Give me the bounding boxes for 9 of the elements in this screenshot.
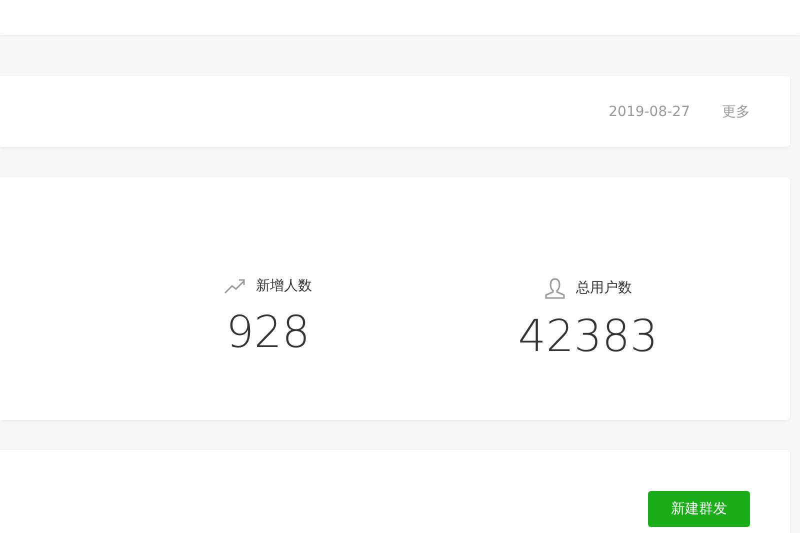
more-link[interactable]: 更多 xyxy=(722,102,750,120)
stat-label: 新增人数 xyxy=(256,277,312,295)
notice-date: 2019-08-27 xyxy=(608,104,690,120)
user-icon xyxy=(544,277,566,299)
stat-value: 42383 xyxy=(518,311,658,362)
new-broadcast-button[interactable]: 新建群发 xyxy=(648,491,750,527)
stat-label: 总用户数 xyxy=(576,279,632,297)
stat-value: 928 xyxy=(226,307,310,358)
trend-up-icon xyxy=(224,278,246,294)
